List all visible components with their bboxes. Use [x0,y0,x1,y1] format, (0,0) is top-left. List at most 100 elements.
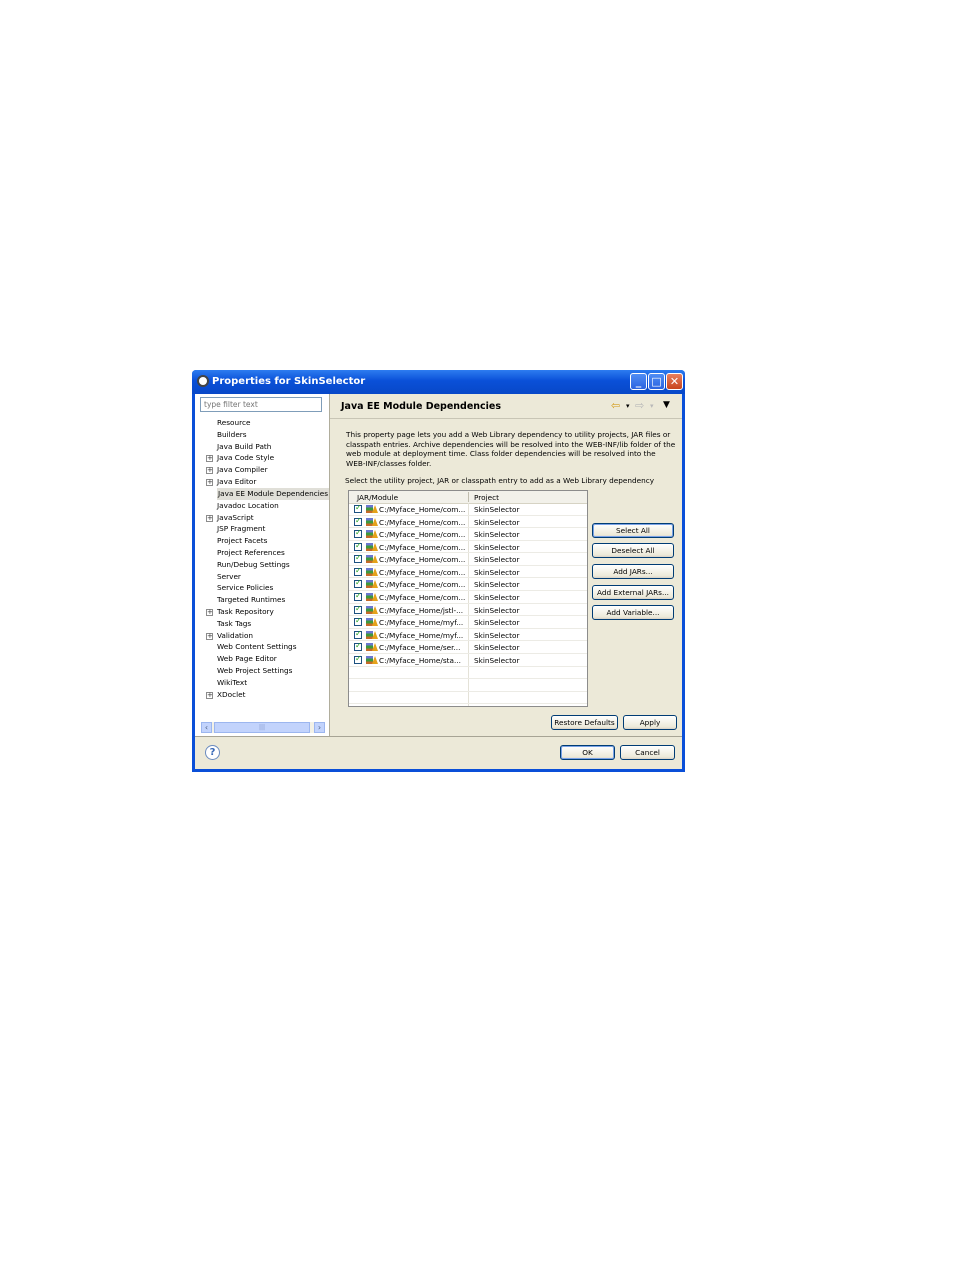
jar-library-icon [366,655,378,664]
add-external-jars-button[interactable]: Add External JARs... [592,585,674,600]
row-checkbox[interactable] [354,503,362,513]
apply-button[interactable]: Apply [623,715,677,730]
tree-item[interactable]: WikiText [203,677,329,689]
table-row[interactable]: C:/Myface_Home/com... SkinSelector [349,541,587,554]
row-checkbox[interactable] [354,516,362,526]
tree-item[interactable]: Builders [203,429,329,441]
expand-plus-icon[interactable]: + [206,632,213,640]
tree-item-label: Java EE Module Dependencies [217,487,329,500]
title-bar[interactable]: Properties for SkinSelector _ □ ✕ [192,370,685,394]
view-menu-icon[interactable]: ▼ [663,400,670,410]
jar-library-icon [366,643,378,652]
filter-input[interactable] [200,397,322,412]
expand-plus-icon[interactable]: + [206,691,213,699]
expand-plus-icon[interactable]: + [206,514,213,522]
project-cell: SkinSelector [474,555,520,565]
tree-item[interactable]: + Java Editor [203,476,329,488]
table-row[interactable]: C:/Myface_Home/myf... SkinSelector [349,629,587,642]
tree-item[interactable]: Service Policies [203,582,329,594]
row-checkbox[interactable] [354,566,362,576]
column-header-jar-module[interactable]: JAR/Module [357,493,398,502]
deselect-all-button[interactable]: Deselect All [592,543,674,558]
close-button[interactable]: ✕ [666,373,683,390]
tree-item[interactable]: Web Content Settings [203,641,329,653]
tree-item[interactable]: Project References [203,547,329,559]
table-row[interactable]: C:/Myface_Home/com... SkinSelector [349,528,587,541]
tree-item[interactable]: + Java Compiler [203,464,329,476]
tree-item[interactable]: Java EE Module Dependencies [203,487,329,500]
row-checkbox[interactable] [354,654,362,664]
window-title: Properties for SkinSelector [212,376,366,387]
project-cell: SkinSelector [474,517,520,527]
expand-plus-icon[interactable]: + [206,467,213,475]
restore-defaults-button[interactable]: Restore Defaults [551,715,618,730]
tree-item-label: Javadoc Location [217,500,279,510]
tree-item[interactable]: Web Page Editor [203,653,329,665]
tree-item[interactable]: Web Project Settings [203,665,329,677]
minimize-button[interactable]: _ [630,373,647,390]
back-arrow-icon[interactable]: ⇦ [611,399,620,412]
table-row[interactable]: C:/Myface_Home/jstl-... SkinSelector [349,604,587,617]
project-cell: SkinSelector [474,505,520,514]
tree-item[interactable]: JSP Fragment [203,523,329,535]
table-row[interactable]: C:/Myface_Home/ser... SkinSelector [349,641,587,654]
tree-item[interactable]: Java Build Path [203,441,329,453]
expand-plus-icon[interactable]: + [206,609,213,616]
tree-item-label: WikiText [217,677,248,687]
tree-item[interactable]: Run/Debug Settings [203,559,329,571]
table-row[interactable]: C:/Myface_Home/com... SkinSelector [349,553,587,566]
table-row[interactable]: C:/Myface_Home/sta... SkinSelector [349,654,587,667]
scroll-right-button[interactable]: › [314,722,325,733]
empty-table-row [349,692,587,705]
row-checkbox[interactable] [354,629,362,639]
row-checkbox[interactable] [354,541,362,551]
tree-item[interactable]: Javadoc Location [203,500,329,512]
project-cell: SkinSelector [474,593,520,603]
scroll-thumb[interactable]: ||| [214,722,310,733]
horizontal-scrollbar[interactable]: ‹ ||| › [201,722,325,733]
tree-item[interactable]: + Task Repository [203,606,329,618]
tree-item[interactable]: Targeted Runtimes [203,594,329,606]
scroll-left-button[interactable]: ‹ [201,722,212,733]
row-checkbox[interactable] [354,553,362,564]
table-row[interactable]: C:/Myface_Home/com... SkinSelector [349,516,587,529]
tree-item[interactable]: + XDoclet [203,689,329,701]
tree-item-label: Web Project Settings [217,666,293,676]
help-icon[interactable]: ? [205,745,220,760]
tree-item[interactable]: + JavaScript [203,512,329,524]
row-checkbox[interactable] [354,641,362,652]
row-checkbox[interactable] [354,616,362,627]
tree-item-label: Java Code Style [217,453,275,463]
tree-item[interactable]: Project Facets [203,535,329,547]
table-row[interactable]: C:/Myface_Home/com... SkinSelector [349,503,587,516]
table-row[interactable]: C:/Myface_Home/com... SkinSelector [349,566,587,579]
page-header: Java EE Module Dependencies ⇦ ▾ ⇨ ▾ ▼ [330,394,682,419]
page-description: This property page lets you add a Web Li… [346,430,676,468]
row-checkbox[interactable] [354,604,362,614]
tree-item-label: Service Policies [217,583,274,593]
table-row[interactable]: C:/Myface_Home/com... SkinSelector [349,591,587,604]
table-row[interactable]: C:/Myface_Home/com... SkinSelector [349,578,587,592]
expand-plus-icon[interactable]: + [206,479,213,487]
cancel-button[interactable]: Cancel [620,745,675,760]
jar-module-cell: C:/Myface_Home/com... [379,542,466,552]
select-all-button[interactable]: Select All [592,523,674,538]
project-cell: SkinSelector [474,530,520,540]
table-row[interactable]: C:/Myface_Home/myf... SkinSelector [349,616,587,629]
maximize-button[interactable]: □ [648,373,665,390]
expand-plus-icon[interactable]: + [206,455,213,463]
tree-item-label: JSP Fragment [217,524,266,534]
back-dropdown-icon[interactable]: ▾ [626,402,630,410]
tree-item[interactable]: Resource [203,417,329,429]
column-header-project[interactable]: Project [474,493,499,502]
tree-item[interactable]: + Validation [203,630,329,642]
tree-item[interactable]: + Java Code Style [203,452,329,464]
tree-item[interactable]: Server [203,571,329,583]
add-variable-button[interactable]: Add Variable... [592,605,674,620]
row-checkbox[interactable] [354,528,362,539]
add-jars-button[interactable]: Add JARs... [592,564,674,579]
row-checkbox[interactable] [354,578,362,589]
row-checkbox[interactable] [354,591,362,602]
ok-button[interactable]: OK [560,745,615,760]
tree-item[interactable]: Task Tags [203,618,329,630]
